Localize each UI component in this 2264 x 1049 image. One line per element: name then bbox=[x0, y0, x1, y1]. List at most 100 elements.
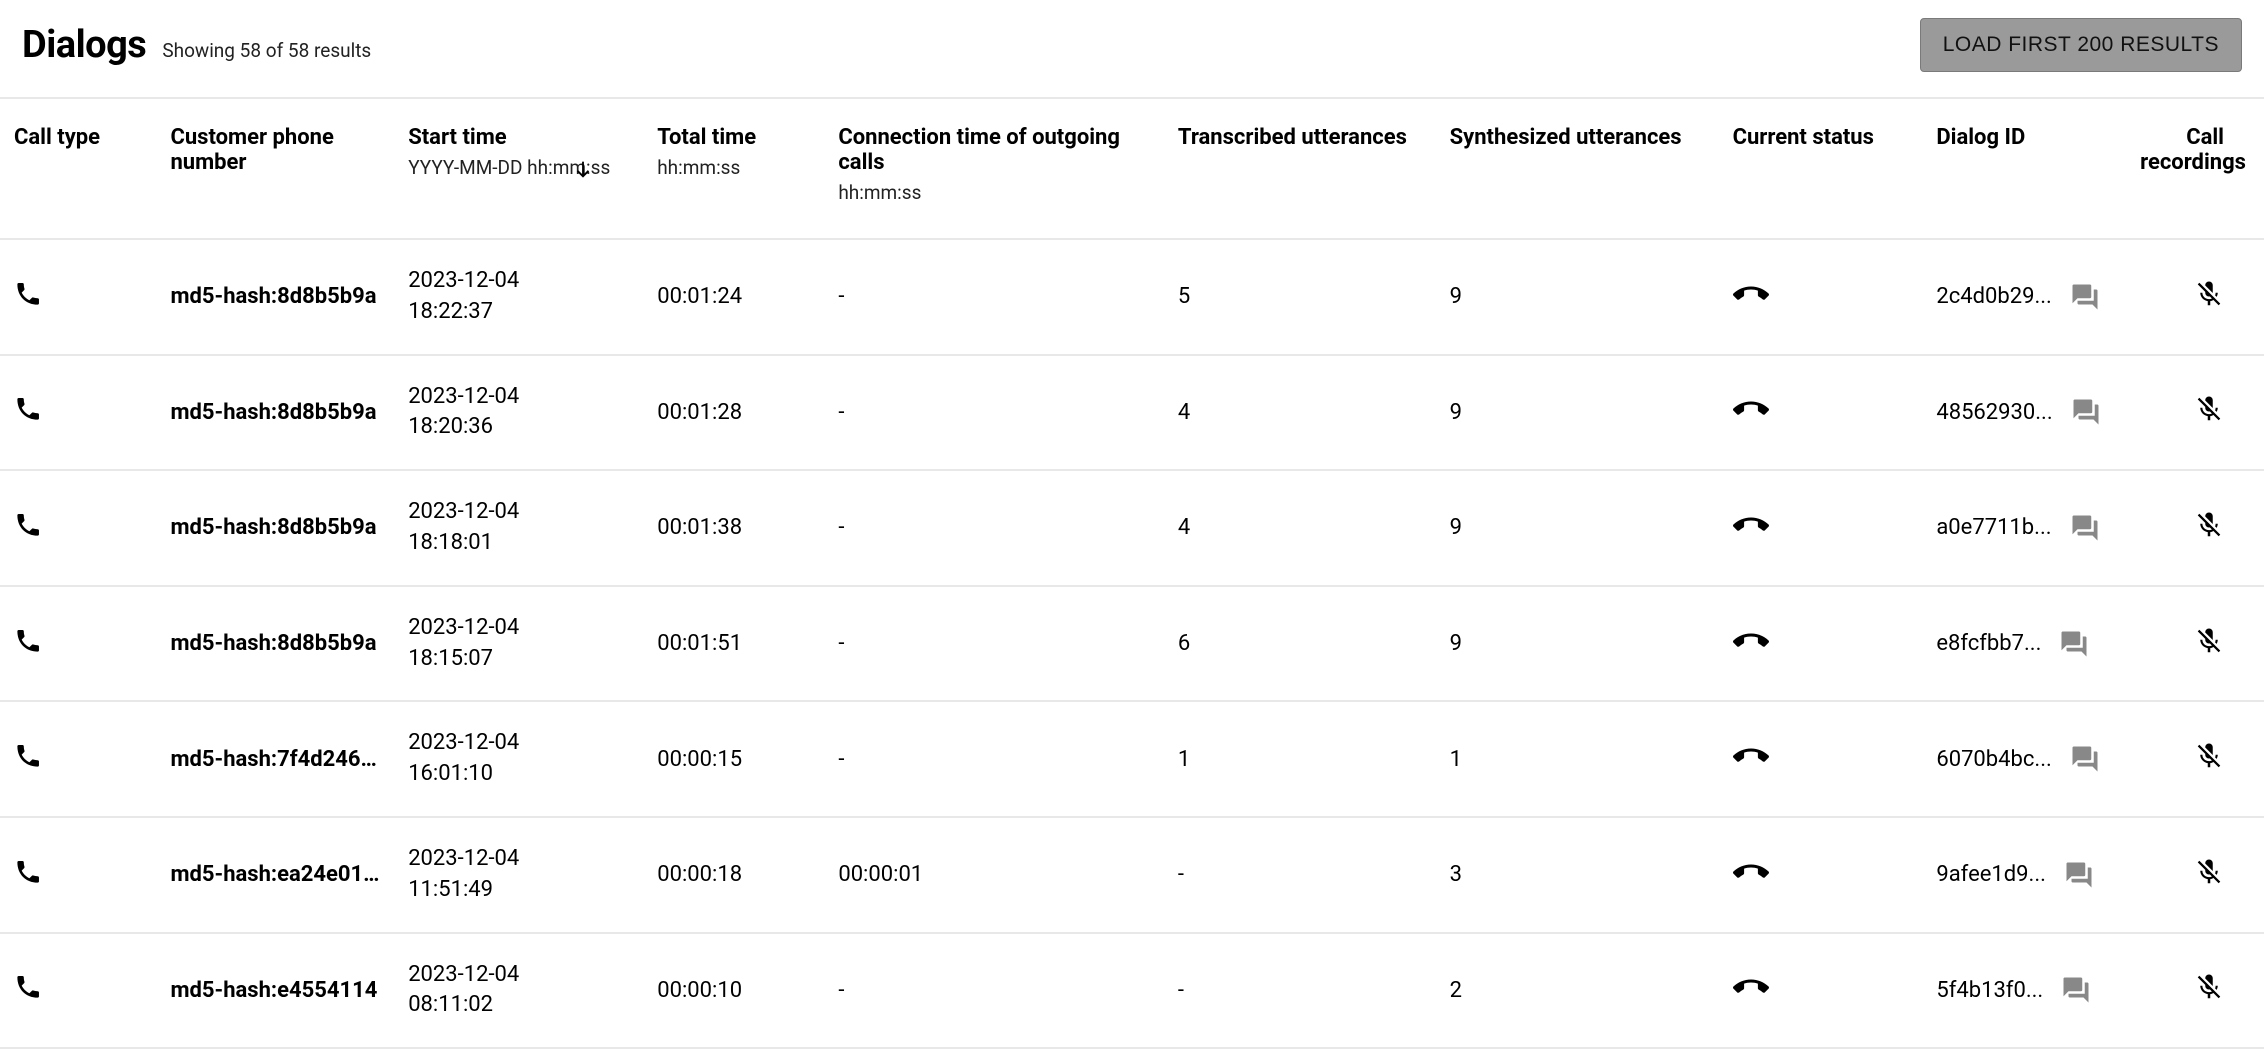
cell-status bbox=[1721, 701, 1925, 817]
call-ended-icon bbox=[1733, 507, 1769, 543]
phone-value: md5-hash:ea24e01c3 bbox=[170, 862, 384, 887]
col-header-total-time[interactable]: Total time hh:mm:ss bbox=[645, 99, 826, 239]
mic-off-icon[interactable] bbox=[2194, 626, 2224, 656]
cell-phone: md5-hash:8d8b5b9a bbox=[158, 239, 396, 355]
cell-status bbox=[1721, 355, 1925, 471]
cell-transcribed: 5 bbox=[1166, 239, 1438, 355]
mic-off-icon[interactable] bbox=[2194, 972, 2224, 1002]
cell-phone: md5-hash:ea24e01c3 bbox=[158, 817, 396, 933]
dialog-id-value: 5f4b13f0... bbox=[1936, 978, 2043, 1003]
cell-synthesized: 9 bbox=[1438, 355, 1721, 471]
cell-dialog-id: 9afee1d9... bbox=[1924, 817, 2128, 933]
cell-total-time: 00:00:15 bbox=[645, 701, 826, 817]
chat-icon[interactable] bbox=[2070, 513, 2100, 543]
phone-icon bbox=[14, 395, 42, 423]
cell-connection-time: 00:00:01 bbox=[826, 817, 1166, 933]
cell-synthesized: 2 bbox=[1438, 933, 1721, 1049]
cell-recordings bbox=[2128, 355, 2264, 471]
cell-total-time: 00:00:18 bbox=[645, 817, 826, 933]
call-ended-icon bbox=[1733, 854, 1769, 890]
table-row[interactable]: md5-hash:ea24e01c3 2023-12-0411:51:49 00… bbox=[0, 817, 2264, 933]
table-row[interactable]: md5-hash:7f4d2469a 2023-12-0416:01:10 00… bbox=[0, 701, 2264, 817]
mic-off-icon[interactable] bbox=[2194, 510, 2224, 540]
col-header-start-time[interactable]: Start time YYYY-MM-DD hh:mm:ss bbox=[396, 99, 645, 239]
sort-descending-icon bbox=[571, 157, 595, 181]
dialogs-table: Call type Customer phone number Start ti… bbox=[0, 99, 2264, 1049]
cell-connection-time: - bbox=[826, 701, 1166, 817]
col-header-recordings[interactable]: Call recordings bbox=[2128, 99, 2264, 239]
phone-value: md5-hash:7f4d2469a bbox=[170, 747, 384, 772]
cell-dialog-id: a0e7711b... bbox=[1924, 470, 2128, 586]
dialog-id-value: e8fcfbb7... bbox=[1936, 631, 2041, 656]
mic-off-icon[interactable] bbox=[2194, 741, 2224, 771]
cell-synthesized: 3 bbox=[1438, 817, 1721, 933]
phone-icon bbox=[14, 280, 42, 308]
phone-value: md5-hash:8d8b5b9a bbox=[170, 515, 384, 540]
cell-total-time: 00:01:24 bbox=[645, 239, 826, 355]
phone-icon bbox=[14, 627, 42, 655]
cell-connection-time: - bbox=[826, 355, 1166, 471]
cell-status bbox=[1721, 239, 1925, 355]
table-row[interactable]: md5-hash:8d8b5b9a 2023-12-0418:18:01 00:… bbox=[0, 470, 2264, 586]
table-row[interactable]: md5-hash:8d8b5b9a 2023-12-0418:22:37 00:… bbox=[0, 239, 2264, 355]
cell-connection-time: - bbox=[826, 933, 1166, 1049]
col-header-phone[interactable]: Customer phone number bbox=[158, 99, 396, 239]
chat-icon[interactable] bbox=[2070, 744, 2100, 774]
cell-status bbox=[1721, 470, 1925, 586]
col-header-start-time-label: Start time bbox=[408, 125, 506, 150]
col-header-connection-time[interactable]: Connection time of outgoing calls hh:mm:… bbox=[826, 99, 1166, 239]
chat-icon[interactable] bbox=[2071, 397, 2101, 427]
col-header-dialog-id[interactable]: Dialog ID bbox=[1924, 99, 2128, 239]
phone-icon bbox=[14, 742, 42, 770]
col-header-transcribed[interactable]: Transcribed utterances bbox=[1166, 99, 1438, 239]
phone-value: md5-hash:8d8b5b9a bbox=[170, 284, 384, 309]
table-row[interactable]: md5-hash:8d8b5b9a 2023-12-0418:15:07 00:… bbox=[0, 586, 2264, 702]
phone-value: md5-hash:e4554114 bbox=[170, 978, 384, 1003]
load-first-results-button[interactable]: LOAD FIRST 200 RESULTS bbox=[1920, 18, 2242, 72]
cell-dialog-id: e8fcfbb7... bbox=[1924, 586, 2128, 702]
col-header-total-time-sub: hh:mm:ss bbox=[657, 156, 814, 179]
cell-transcribed: - bbox=[1166, 817, 1438, 933]
cell-phone: md5-hash:8d8b5b9a bbox=[158, 470, 396, 586]
call-ended-icon bbox=[1733, 738, 1769, 774]
cell-call-type bbox=[0, 586, 158, 702]
col-header-total-time-label: Total time bbox=[657, 125, 756, 150]
cell-start-time: 2023-12-0416:01:10 bbox=[396, 701, 645, 817]
cell-total-time: 00:00:10 bbox=[645, 933, 826, 1049]
table-row[interactable]: md5-hash:8d8b5b9a 2023-12-0418:20:36 00:… bbox=[0, 355, 2264, 471]
cell-call-type bbox=[0, 470, 158, 586]
cell-recordings bbox=[2128, 586, 2264, 702]
page-title: Dialogs bbox=[22, 23, 146, 67]
cell-total-time: 00:01:38 bbox=[645, 470, 826, 586]
cell-start-time: 2023-12-0408:11:02 bbox=[396, 933, 645, 1049]
cell-synthesized: 9 bbox=[1438, 239, 1721, 355]
cell-phone: md5-hash:7f4d2469a bbox=[158, 701, 396, 817]
col-header-call-type[interactable]: Call type bbox=[0, 99, 158, 239]
cell-transcribed: 1 bbox=[1166, 701, 1438, 817]
phone-value: md5-hash:8d8b5b9a bbox=[170, 400, 384, 425]
cell-total-time: 00:01:51 bbox=[645, 586, 826, 702]
chat-icon[interactable] bbox=[2061, 975, 2091, 1005]
mic-off-icon[interactable] bbox=[2194, 279, 2224, 309]
cell-start-time: 2023-12-0418:20:36 bbox=[396, 355, 645, 471]
col-header-synthesized[interactable]: Synthesized utterances bbox=[1438, 99, 1721, 239]
phone-value: md5-hash:8d8b5b9a bbox=[170, 631, 384, 656]
col-header-status[interactable]: Current status bbox=[1721, 99, 1925, 239]
dialogs-table-wrapper: Call type Customer phone number Start ti… bbox=[0, 99, 2264, 1049]
dialog-id-value: 48562930... bbox=[1936, 400, 2052, 425]
chat-icon[interactable] bbox=[2064, 860, 2094, 890]
mic-off-icon[interactable] bbox=[2194, 394, 2224, 424]
cell-recordings bbox=[2128, 701, 2264, 817]
cell-phone: md5-hash:e4554114 bbox=[158, 933, 396, 1049]
chat-icon[interactable] bbox=[2070, 282, 2100, 312]
cell-call-type bbox=[0, 817, 158, 933]
dialog-id-value: 9afee1d9... bbox=[1936, 862, 2046, 887]
mic-off-icon[interactable] bbox=[2194, 857, 2224, 887]
cell-connection-time: - bbox=[826, 470, 1166, 586]
call-ended-icon bbox=[1733, 969, 1769, 1005]
cell-transcribed: 4 bbox=[1166, 470, 1438, 586]
dialog-id-value: a0e7711b... bbox=[1936, 515, 2051, 540]
chat-icon[interactable] bbox=[2059, 629, 2089, 659]
cell-dialog-id: 2c4d0b29... bbox=[1924, 239, 2128, 355]
table-row[interactable]: md5-hash:e4554114 2023-12-0408:11:02 00:… bbox=[0, 933, 2264, 1049]
